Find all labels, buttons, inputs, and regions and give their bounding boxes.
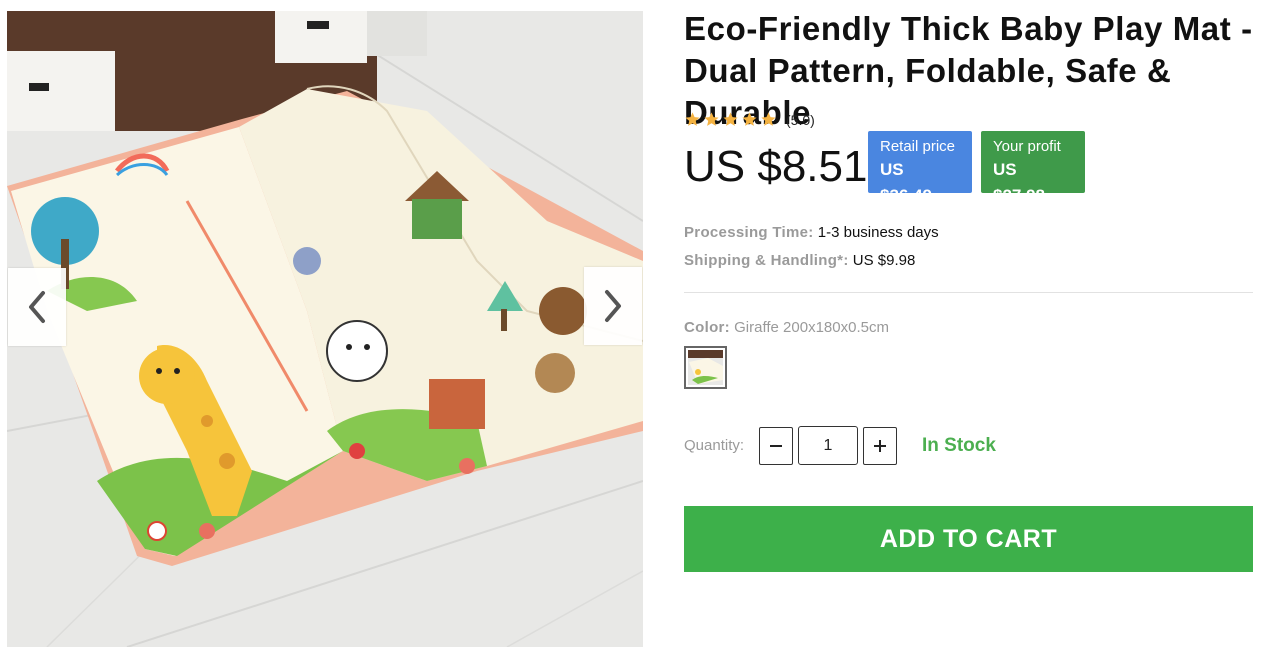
star-icon	[723, 112, 738, 126]
add-to-cart-button[interactable]: ADD TO CART	[684, 506, 1253, 572]
quantity-decrease-button[interactable]	[759, 427, 793, 465]
product-price: US $8.51	[684, 142, 868, 191]
profit-label: Your profit	[993, 138, 1061, 155]
rating-value: (5.0)	[786, 111, 815, 128]
retail-price-amount: US $36.49	[880, 160, 932, 205]
profit-amount: US $27.98	[993, 160, 1045, 205]
next-image-button[interactable]	[584, 267, 642, 345]
color-value: Giraffe 200x180x0.5cm	[734, 319, 889, 336]
shipping-value: US $9.98	[852, 252, 916, 269]
quantity-increase-button[interactable]	[863, 427, 897, 465]
shipping-handling: Shipping & Handling*: US $9.98	[684, 252, 915, 269]
plus-icon	[874, 440, 886, 452]
processing-time-label: Processing Time:	[684, 224, 814, 241]
color-option: Color: Giraffe 200x180x0.5cm	[684, 319, 889, 336]
star-icon	[761, 112, 776, 126]
star-icon	[742, 112, 757, 126]
processing-time-value: 1-3 business days	[817, 224, 939, 241]
minus-icon	[770, 445, 782, 447]
quantity-label: Quantity:	[684, 437, 745, 454]
quantity-input[interactable]	[798, 426, 858, 465]
stock-status: In Stock	[922, 435, 996, 456]
divider	[684, 292, 1253, 293]
shipping-label: Shipping & Handling*:	[684, 252, 849, 269]
previous-image-button[interactable]	[8, 268, 66, 346]
processing-time: Processing Time: 1-3 business days	[684, 224, 939, 241]
rating-stars	[684, 111, 777, 128]
color-swatch-giraffe[interactable]	[684, 346, 727, 389]
chevron-left-icon	[29, 291, 45, 323]
color-label: Color:	[684, 319, 730, 336]
star-icon	[685, 112, 700, 126]
retail-price-label: Retail price	[880, 138, 956, 155]
product-image-gallery	[7, 11, 643, 647]
chevron-right-icon	[605, 290, 621, 322]
swatch-thumbnail	[688, 350, 723, 385]
retail-price-badge: Retail price US $36.49	[868, 131, 972, 205]
star-icon	[704, 112, 719, 126]
product-rating: (5.0)	[684, 111, 815, 128]
product-image	[7, 11, 643, 647]
profit-badge: Your profit US $27.98	[981, 131, 1085, 205]
